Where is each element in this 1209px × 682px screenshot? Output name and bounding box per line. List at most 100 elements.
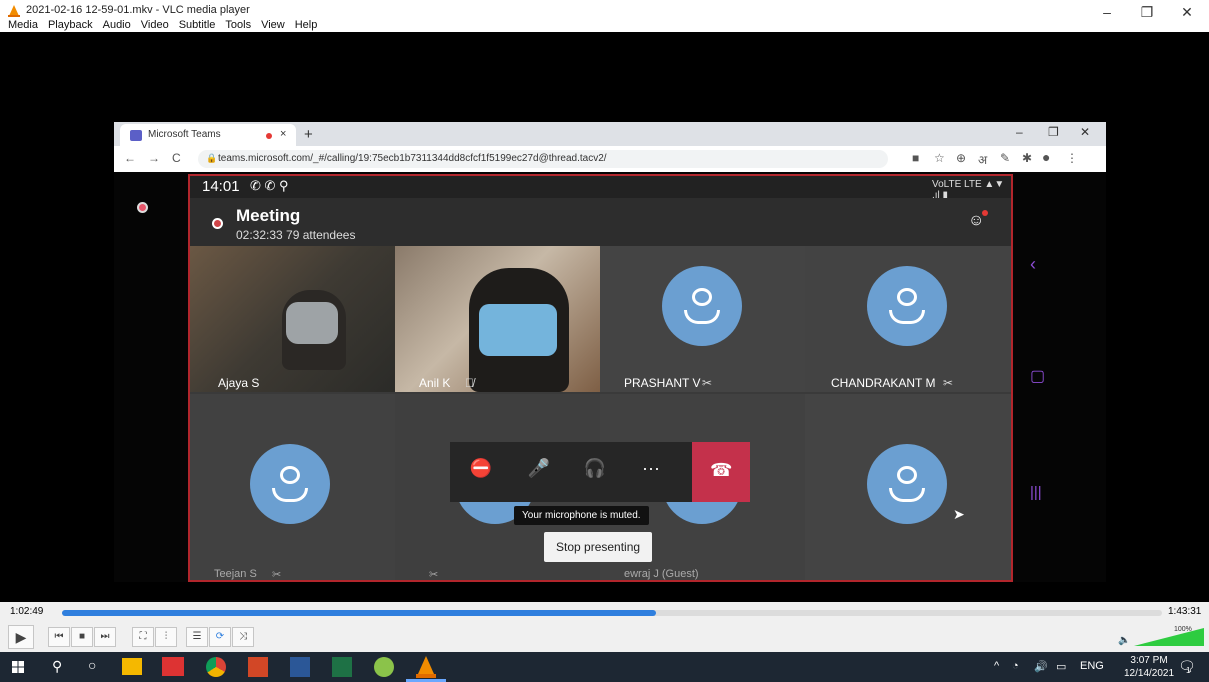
search-icon[interactable]: ⚲: [52, 658, 62, 675]
play-button[interactable]: ▶: [8, 625, 34, 649]
menu-video[interactable]: Video: [141, 19, 169, 31]
avatar-body: [684, 310, 720, 324]
battery-tray-icon[interactable]: ▭: [1056, 660, 1066, 673]
new-tab-button[interactable]: +: [304, 126, 313, 143]
extended-settings-button[interactable]: ⫶: [155, 627, 177, 647]
more-options-icon[interactable]: ···: [636, 458, 666, 479]
taskbar-clock[interactable]: 3:07 PM 12/14/2021: [1124, 654, 1174, 680]
android-back-icon[interactable]: ‹: [1030, 254, 1036, 275]
app-icon[interactable]: [374, 657, 394, 677]
total-time: 1:43:31: [1168, 606, 1202, 617]
maximize-button[interactable]: ❐: [1132, 4, 1162, 21]
tab-title: Microsoft Teams: [148, 129, 221, 140]
participant-name: Teejan S: [214, 568, 257, 580]
participant-tile[interactable]: ➤: [805, 394, 1011, 580]
previous-button[interactable]: ⏮: [48, 627, 70, 647]
back-icon[interactable]: ←: [124, 151, 136, 165]
seek-bar[interactable]: [62, 610, 1162, 616]
participant-name: PRASHANT V: [624, 376, 701, 390]
globe-extension-icon[interactable]: ⊕: [956, 151, 966, 165]
bookmark-star-icon[interactable]: ☆: [934, 151, 945, 165]
hang-up-button[interactable]: ☎: [692, 442, 750, 502]
browser-menu-icon[interactable]: ⋮: [1066, 151, 1078, 165]
recording-indicator-icon: [266, 133, 272, 139]
menu-audio[interactable]: Audio: [103, 19, 131, 31]
next-button[interactable]: ⏭: [94, 627, 116, 647]
participant-tile[interactable]: Teejan S ✂: [190, 394, 395, 581]
participant-name: CHANDRAKANT M: [831, 376, 936, 390]
participant-tile[interactable]: Anil K 🎙̸: [395, 246, 600, 392]
playlist-button[interactable]: ☰: [186, 627, 208, 647]
stop-button[interactable]: ■: [71, 627, 93, 647]
loop-button[interactable]: ⟳: [209, 627, 231, 647]
menu-help[interactable]: Help: [295, 19, 318, 31]
meeting-duration-attendees: 02:32:33 79 attendees: [236, 228, 356, 242]
android-recents-icon[interactable]: |||: [1030, 484, 1042, 501]
chrome-icon[interactable]: [206, 657, 226, 677]
extensions-puzzle-icon[interactable]: ✱: [1022, 151, 1032, 165]
stop-presenting-button[interactable]: Stop presenting: [544, 532, 653, 562]
microphone-icon[interactable]: 🎤: [524, 458, 554, 479]
volume-slider[interactable]: [1134, 628, 1204, 646]
task-view-icon[interactable]: ○: [88, 657, 96, 673]
translate-extension-icon[interactable]: अ: [978, 151, 987, 168]
android-home-icon[interactable]: ▢: [1030, 366, 1045, 386]
participant-name: ewraj J (Guest): [624, 568, 699, 580]
camera-icon[interactable]: ■: [912, 151, 919, 165]
language-indicator[interactable]: ENG: [1080, 660, 1104, 672]
avatar: [250, 444, 330, 524]
vlc-menu-bar: Media Playback Audio Video Subtitle Tool…: [8, 19, 317, 31]
menu-media[interactable]: Media: [8, 19, 38, 31]
mic-muted-toast: Your microphone is muted.: [514, 506, 649, 525]
pen-extension-icon[interactable]: ✎: [1000, 151, 1010, 165]
minimize-button[interactable]: –: [1092, 4, 1122, 20]
fullscreen-button[interactable]: ⛶: [132, 627, 154, 647]
avatar-head: [280, 466, 300, 484]
record-dot-icon: [137, 202, 148, 213]
reload-icon[interactable]: C: [172, 151, 181, 165]
menu-subtitle[interactable]: Subtitle: [179, 19, 216, 31]
meeting-recording-icon: [212, 218, 223, 229]
excel-icon[interactable]: [332, 657, 352, 677]
avatar-body: [889, 310, 925, 324]
camera-off-icon[interactable]: ⛔: [466, 458, 496, 479]
browser-minimize-button[interactable]: –: [1016, 125, 1023, 139]
participant-tile[interactable]: Ajaya S: [190, 246, 395, 392]
speaker-icon[interactable]: 🎧: [580, 458, 610, 479]
participant-tile[interactable]: CHANDRAKANT M ✂: [805, 246, 1011, 392]
show-hidden-icons[interactable]: ^: [994, 660, 999, 672]
shuffle-button[interactable]: ⤨: [232, 627, 254, 647]
close-button[interactable]: ✕: [1172, 4, 1202, 21]
address-bar-row: ← → C 🔒 teams.microsoft.com/_#/calling/1…: [114, 146, 1106, 172]
word-icon[interactable]: [290, 657, 310, 677]
vlc-taskbar-icon[interactable]: [416, 656, 436, 678]
profile-icon[interactable]: ●: [1042, 149, 1050, 165]
snipping-tool-icon[interactable]: [162, 657, 184, 676]
hang-up-icon: ☎: [710, 460, 733, 480]
participants-badge: [982, 210, 988, 216]
vlc-cone-icon: [8, 5, 20, 17]
avatar: [867, 266, 947, 346]
menu-view[interactable]: View: [261, 19, 285, 31]
menu-tools[interactable]: Tools: [225, 19, 251, 31]
avatar: [867, 444, 947, 524]
menu-playback[interactable]: Playback: [48, 19, 93, 31]
participant-tile[interactable]: PRASHANT V ✂: [600, 246, 805, 392]
browser-close-button[interactable]: ✕: [1080, 125, 1090, 139]
volume-icon[interactable]: 🔈: [1118, 635, 1130, 646]
network-icon[interactable]: ◔: [1012, 660, 1019, 672]
teams-logo-icon: [130, 130, 142, 141]
browser-tab[interactable]: Microsoft Teams ×: [120, 124, 296, 146]
powerpoint-icon[interactable]: [248, 657, 268, 677]
browser-restore-button[interactable]: ❐: [1048, 125, 1059, 139]
seek-row: 1:02:49 1:43:31: [0, 602, 1209, 624]
file-explorer-icon[interactable]: [122, 658, 142, 675]
tab-close-icon[interactable]: ×: [280, 128, 286, 140]
windows-start-icon[interactable]: [12, 661, 24, 673]
forward-icon[interactable]: →: [148, 151, 160, 165]
volume-tray-icon[interactable]: 🔊: [1034, 660, 1048, 673]
seek-bar-fill: [62, 610, 656, 616]
address-bar[interactable]: 🔒 teams.microsoft.com/_#/calling/19:75ec…: [198, 150, 888, 168]
mic-muted-icon: ✂: [429, 569, 439, 581]
lock-icon: 🔒: [206, 153, 218, 163]
